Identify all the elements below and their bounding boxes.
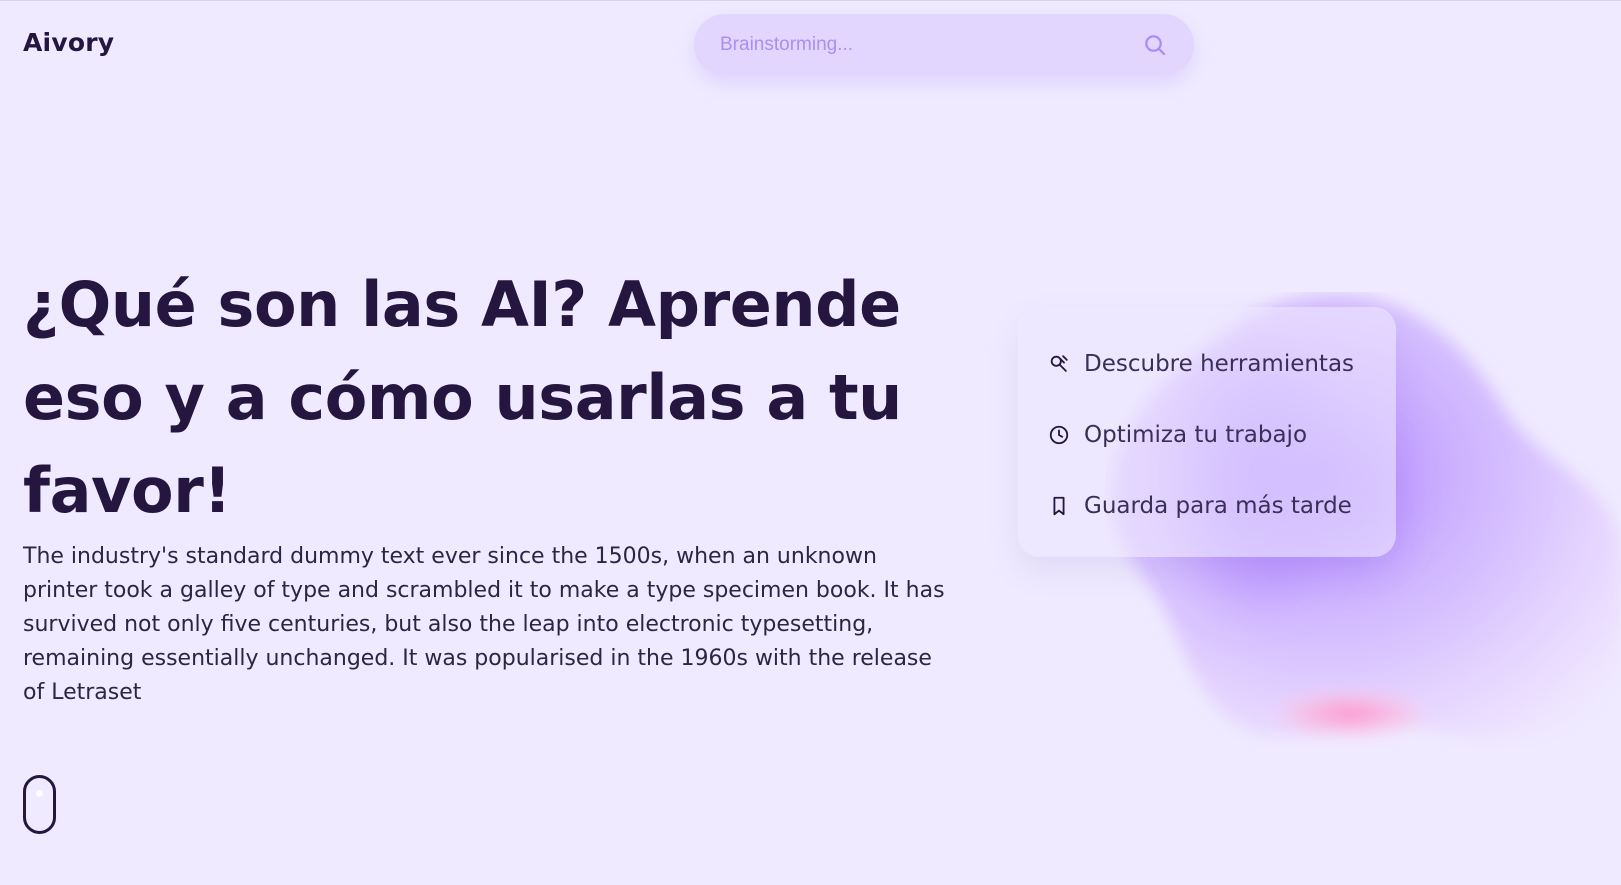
top-border — [0, 0, 1621, 1]
feature-item-save-for-later[interactable]: Guarda para más tarde — [1048, 477, 1366, 535]
bookmark-icon — [1048, 495, 1070, 517]
feature-label: Guarda para más tarde — [1084, 493, 1352, 519]
clock-icon — [1048, 424, 1070, 446]
hero-title: ¿Qué son las AI? Aprende eso y a cómo us… — [23, 268, 902, 527]
feature-card: Descubre herramientas Optimiza tu trabaj… — [1018, 307, 1396, 557]
scroll-indicator[interactable] — [23, 775, 56, 834]
feature-label: Optimiza tu trabajo — [1084, 422, 1308, 448]
brand-logo[interactable]: Aivory — [23, 28, 114, 57]
feature-item-discover-tools[interactable]: Descubre herramientas — [1048, 335, 1366, 393]
search-icon[interactable] — [1142, 32, 1168, 58]
search-input[interactable] — [720, 34, 1142, 56]
search-bar[interactable] — [694, 14, 1194, 76]
scroll-indicator-dot — [36, 790, 43, 797]
feature-label: Descubre herramientas — [1084, 351, 1355, 377]
hero-description: The industry's standard dummy text ever … — [23, 544, 945, 705]
wrench-search-icon — [1048, 353, 1070, 375]
feature-item-optimize-work[interactable]: Optimiza tu trabajo — [1048, 406, 1366, 464]
